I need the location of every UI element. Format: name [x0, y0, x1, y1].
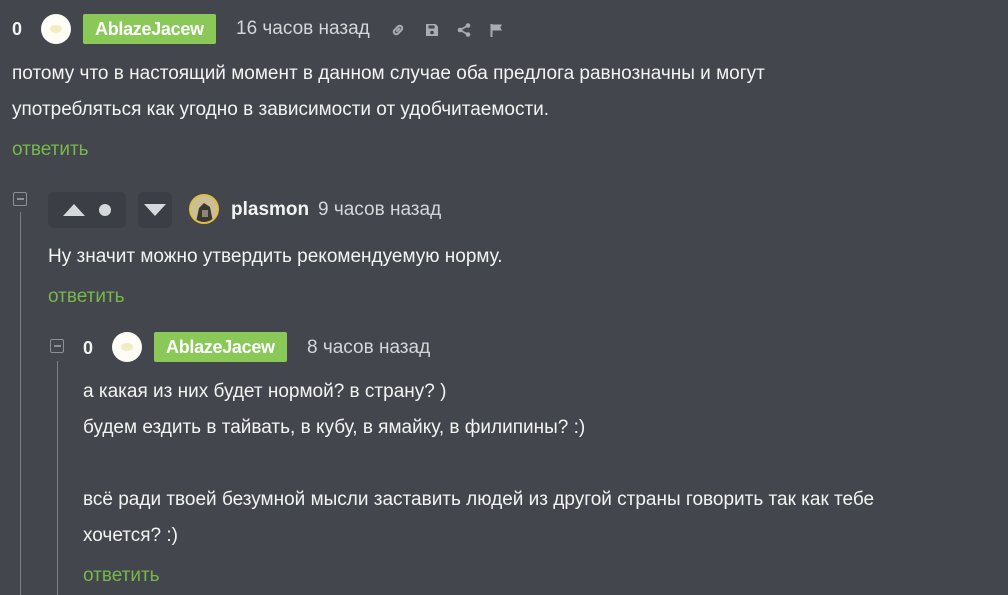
reply-link[interactable]: ответить	[83, 565, 160, 587]
avatar[interactable]	[189, 194, 219, 224]
link-icon[interactable]	[388, 20, 408, 40]
comment-text-line: потому что в настоящий момент в данном с…	[12, 63, 765, 84]
comment-text-line: всё ради твоей безумной мысли заставить …	[83, 489, 875, 510]
comment-text-line: будем ездить в тайвать, в кубу, в ямайку…	[83, 417, 586, 438]
share-icon[interactable]	[454, 20, 474, 40]
upvote-box	[48, 192, 126, 228]
avatar[interactable]	[41, 14, 71, 44]
flag-icon[interactable]	[486, 20, 506, 40]
comment-time[interactable]: 16 часов назад	[236, 18, 370, 40]
author-badge[interactable]: AblazeJacew	[154, 332, 287, 362]
thread-line[interactable]	[57, 361, 58, 595]
triangle-up-icon[interactable]	[63, 204, 85, 216]
author-badge[interactable]: AblazeJacew	[83, 14, 216, 44]
thread-line[interactable]	[20, 212, 21, 595]
comment-text-line: хочется? :)	[83, 525, 178, 546]
save-icon[interactable]	[422, 20, 442, 40]
vote-dot-icon	[99, 204, 111, 216]
collapse-button[interactable]	[13, 192, 27, 206]
collapse-button[interactable]	[50, 339, 64, 353]
comment-text-line: употребляться как угодно в зависимости о…	[12, 99, 550, 120]
comment-score: 0	[83, 338, 94, 358]
comment-score: 0	[12, 19, 23, 39]
comment-time[interactable]: 8 часов назад	[307, 337, 430, 359]
comment-text-line: Ну значит можно утвердить рекомендуемую …	[48, 246, 503, 267]
reply-link[interactable]: ответить	[48, 286, 125, 308]
avatar[interactable]	[112, 332, 142, 362]
triangle-down-icon[interactable]	[138, 192, 172, 228]
reply-link[interactable]: ответить	[12, 139, 89, 161]
author-name[interactable]: plasmon	[231, 199, 309, 221]
comment-time[interactable]: 9 часов назад	[318, 199, 441, 221]
comment-text-line: а какая из них будет нормой? в страну? )	[83, 381, 447, 402]
